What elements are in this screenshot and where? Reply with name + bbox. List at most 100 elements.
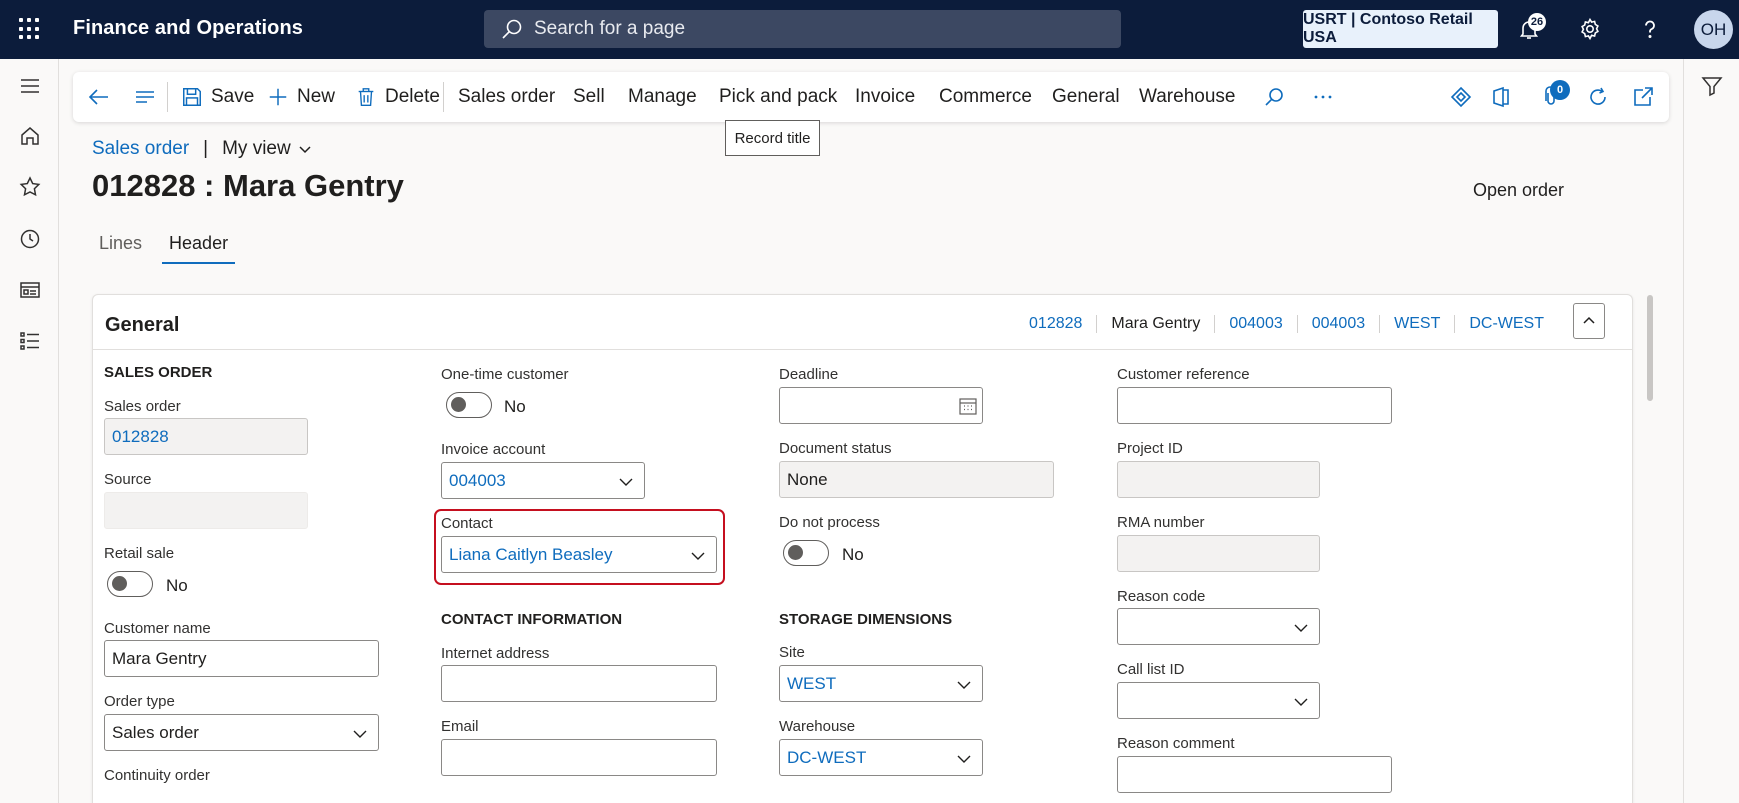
tab-header[interactable]: Header (162, 230, 236, 264)
call-list-id-label: Call list ID (1117, 661, 1185, 678)
search-icon (502, 19, 522, 39)
site-select[interactable]: WEST (779, 665, 983, 702)
source-label: Source (104, 471, 152, 488)
contact-select[interactable]: Liana Caitlyn Beasley (441, 536, 717, 573)
contact-label: Contact (441, 515, 493, 532)
clock-icon[interactable] (18, 227, 42, 251)
menu-sales-order[interactable]: Sales order (458, 72, 555, 122)
delete-button[interactable]: Delete (355, 72, 440, 122)
customer-name-label: Customer name (104, 620, 211, 637)
reason-code-select[interactable] (1117, 608, 1320, 645)
menu-commerce[interactable]: Commerce (939, 72, 1032, 122)
chevron-down-icon (299, 146, 311, 154)
tab-lines[interactable]: Lines (92, 230, 150, 264)
order-type-select[interactable]: Sales order (104, 714, 379, 751)
open-new-window-icon[interactable] (1631, 85, 1655, 109)
source-field[interactable] (104, 492, 308, 529)
project-id-field[interactable] (1117, 461, 1320, 498)
document-status-label: Document status (779, 440, 892, 457)
top-nav-bar: Finance and Operations Search for a page… (0, 0, 1739, 59)
sales-order-label: Sales order (104, 398, 181, 415)
star-icon[interactable] (18, 175, 42, 199)
invoice-account-value: 004003 (449, 470, 506, 490)
breadcrumb: Sales order | My view (92, 138, 313, 160)
workspace-icon[interactable] (18, 278, 42, 302)
back-arrow-icon[interactable] (87, 85, 111, 109)
one-time-customer-toggle[interactable] (446, 392, 492, 418)
company-picker-button[interactable]: USRT | Contoso Retail USA (1303, 10, 1498, 48)
menu-sell[interactable]: Sell (573, 72, 605, 122)
view-selector[interactable]: My view (222, 138, 313, 160)
summary-customer-account[interactable]: 004003 (1214, 315, 1296, 333)
summary-invoice-account[interactable]: 004003 (1296, 315, 1379, 333)
collapse-fasttab-button[interactable] (1573, 303, 1605, 339)
general-fasttab-header[interactable]: General 012828 Mara Gentry 004003 004003… (93, 295, 1632, 350)
gear-icon[interactable] (1578, 17, 1602, 41)
summary-site[interactable]: WEST (1379, 315, 1454, 333)
chevron-down-icon (1294, 698, 1308, 706)
refresh-icon[interactable] (1586, 85, 1610, 109)
options-menu-icon[interactable] (133, 85, 157, 109)
warehouse-select[interactable]: DC-WEST (779, 739, 983, 776)
avatar[interactable]: OH (1694, 10, 1733, 49)
call-list-id-select[interactable] (1117, 682, 1320, 719)
office-icon[interactable] (1489, 85, 1513, 109)
menu-warehouse[interactable]: Warehouse (1139, 72, 1235, 122)
menu-pick-and-pack[interactable]: Pick and pack (719, 72, 837, 122)
continuity-order-label: Continuity order (104, 767, 210, 784)
save-button[interactable]: Save (181, 72, 254, 122)
menu-general[interactable]: General (1052, 72, 1120, 122)
project-id-label: Project ID (1117, 440, 1183, 457)
new-button[interactable]: New (267, 72, 335, 122)
search-input[interactable]: Search for a page (484, 10, 1121, 48)
search-icon[interactable] (1262, 85, 1286, 109)
home-icon[interactable] (18, 124, 42, 148)
do-not-process-label: Do not process (779, 514, 880, 531)
calendar-icon[interactable] (958, 396, 978, 416)
retail-sale-value: No (166, 576, 188, 595)
menu-invoice[interactable]: Invoice (855, 72, 915, 122)
more-options-icon[interactable] (1311, 85, 1335, 109)
modules-list-icon[interactable] (18, 329, 42, 353)
attachments-badge: 0 (1550, 80, 1570, 100)
reason-comment-field[interactable] (1117, 756, 1392, 793)
fasttab-summary: 012828 Mara Gentry 004003 004003 WEST DC… (1015, 315, 1558, 333)
customer-name-field[interactable]: Mara Gentry (104, 640, 379, 677)
breadcrumb-sales-order-link[interactable]: Sales order (92, 138, 189, 160)
document-status-field[interactable]: None (779, 461, 1054, 498)
app-launcher-icon[interactable] (19, 18, 41, 40)
internet-address-field[interactable] (441, 665, 717, 702)
chevron-down-icon (1294, 624, 1308, 632)
do-not-process-value: No (842, 545, 864, 564)
filter-icon[interactable] (1700, 74, 1724, 98)
menu-manage[interactable]: Manage (628, 72, 697, 122)
summary-warehouse[interactable]: DC-WEST (1454, 315, 1558, 333)
one-time-customer-value: No (504, 397, 526, 416)
warehouse-value: DC-WEST (787, 747, 867, 767)
hamburger-menu-icon[interactable] (18, 74, 42, 98)
app-title[interactable]: Finance and Operations (73, 17, 303, 40)
save-label: Save (211, 86, 255, 107)
sales-order-field[interactable]: 012828 (104, 418, 308, 455)
site-label: Site (779, 644, 805, 661)
save-icon (183, 88, 201, 106)
customer-reference-field[interactable] (1117, 387, 1392, 424)
breadcrumb-separator: | (203, 138, 209, 159)
chevron-down-icon (957, 755, 971, 763)
summary-sales-order[interactable]: 012828 (1015, 315, 1096, 333)
retail-sale-toggle[interactable] (107, 571, 153, 597)
power-apps-icon[interactable] (1449, 85, 1473, 109)
do-not-process-toggle[interactable] (783, 540, 829, 566)
help-icon[interactable] (1638, 17, 1662, 41)
vertical-scrollbar[interactable] (1647, 295, 1653, 401)
page-tabs: Lines Header (92, 230, 247, 264)
right-rail (1683, 59, 1739, 803)
invoice-account-select[interactable]: 004003 (441, 462, 645, 499)
email-field[interactable] (441, 739, 717, 776)
rma-number-field[interactable] (1117, 535, 1320, 572)
order-type-label: Order type (104, 693, 175, 710)
deadline-date-field[interactable] (779, 387, 983, 424)
order-status-label: Open order (1473, 180, 1565, 200)
section-sales-order: SALES ORDER (104, 364, 213, 381)
internet-address-label: Internet address (441, 645, 550, 662)
